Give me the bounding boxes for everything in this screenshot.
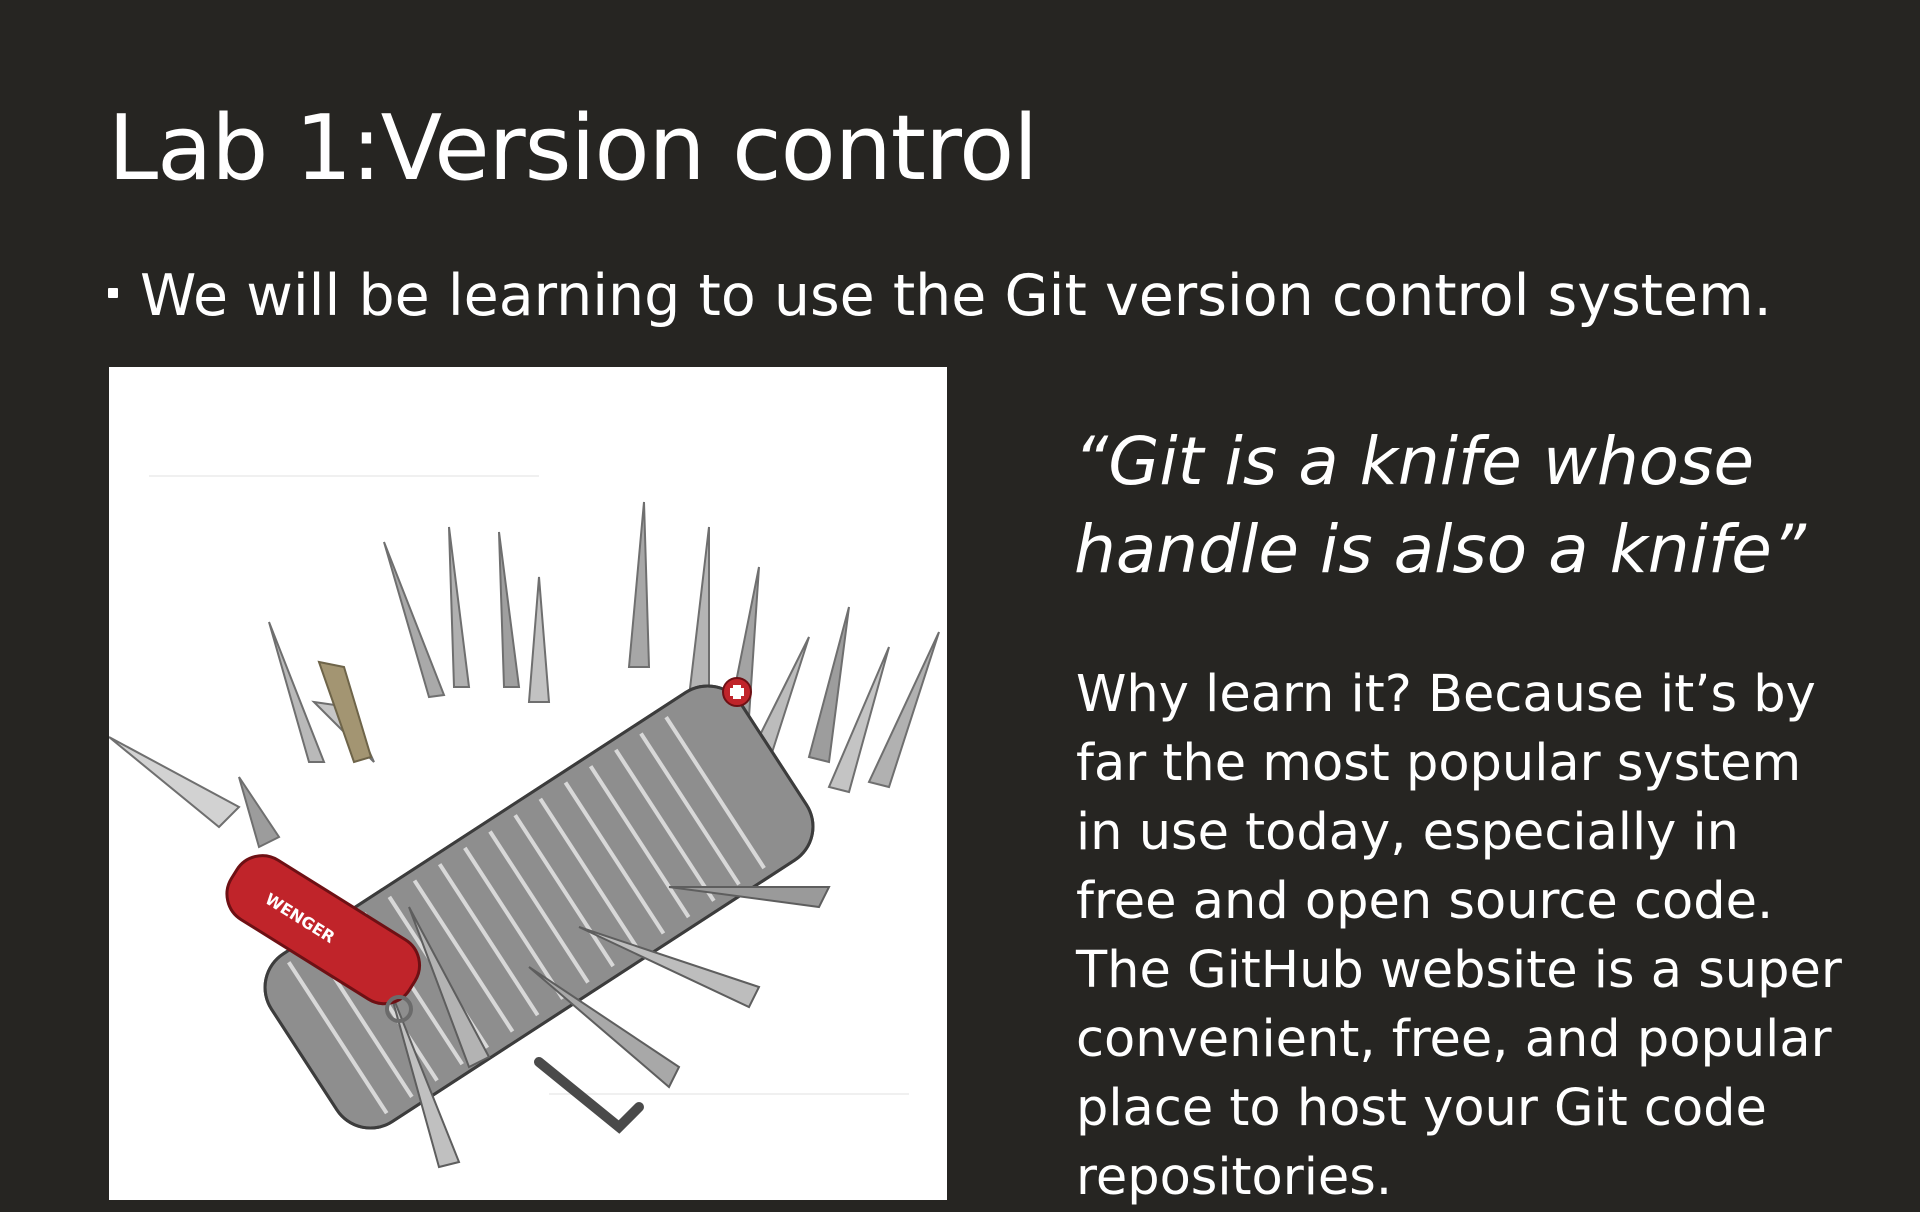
slide: Lab 1:Version control We will be learnin…: [0, 0, 1920, 1207]
bullet-dot-icon: [108, 287, 118, 298]
multi-tool-swiss-army-knife-icon: WENGER: [109, 475, 940, 1169]
slide-title: Lab 1:Version control: [108, 96, 1038, 201]
git-quote: “Git is a knife whose handle is also a k…: [1074, 418, 1834, 594]
quote-line-2: handle is also a knife”: [1074, 511, 1806, 588]
bullet-text: We will be learning to use the Git versi…: [140, 263, 1772, 329]
quote-line-1: “Git is a knife whose: [1074, 423, 1755, 500]
bullet-item: We will be learning to use the Git versi…: [108, 268, 1772, 325]
knife-image: WENGER: [109, 367, 947, 1200]
why-learn-paragraph: Why learn it? Because it’s by far the mo…: [1076, 665, 1842, 1207]
